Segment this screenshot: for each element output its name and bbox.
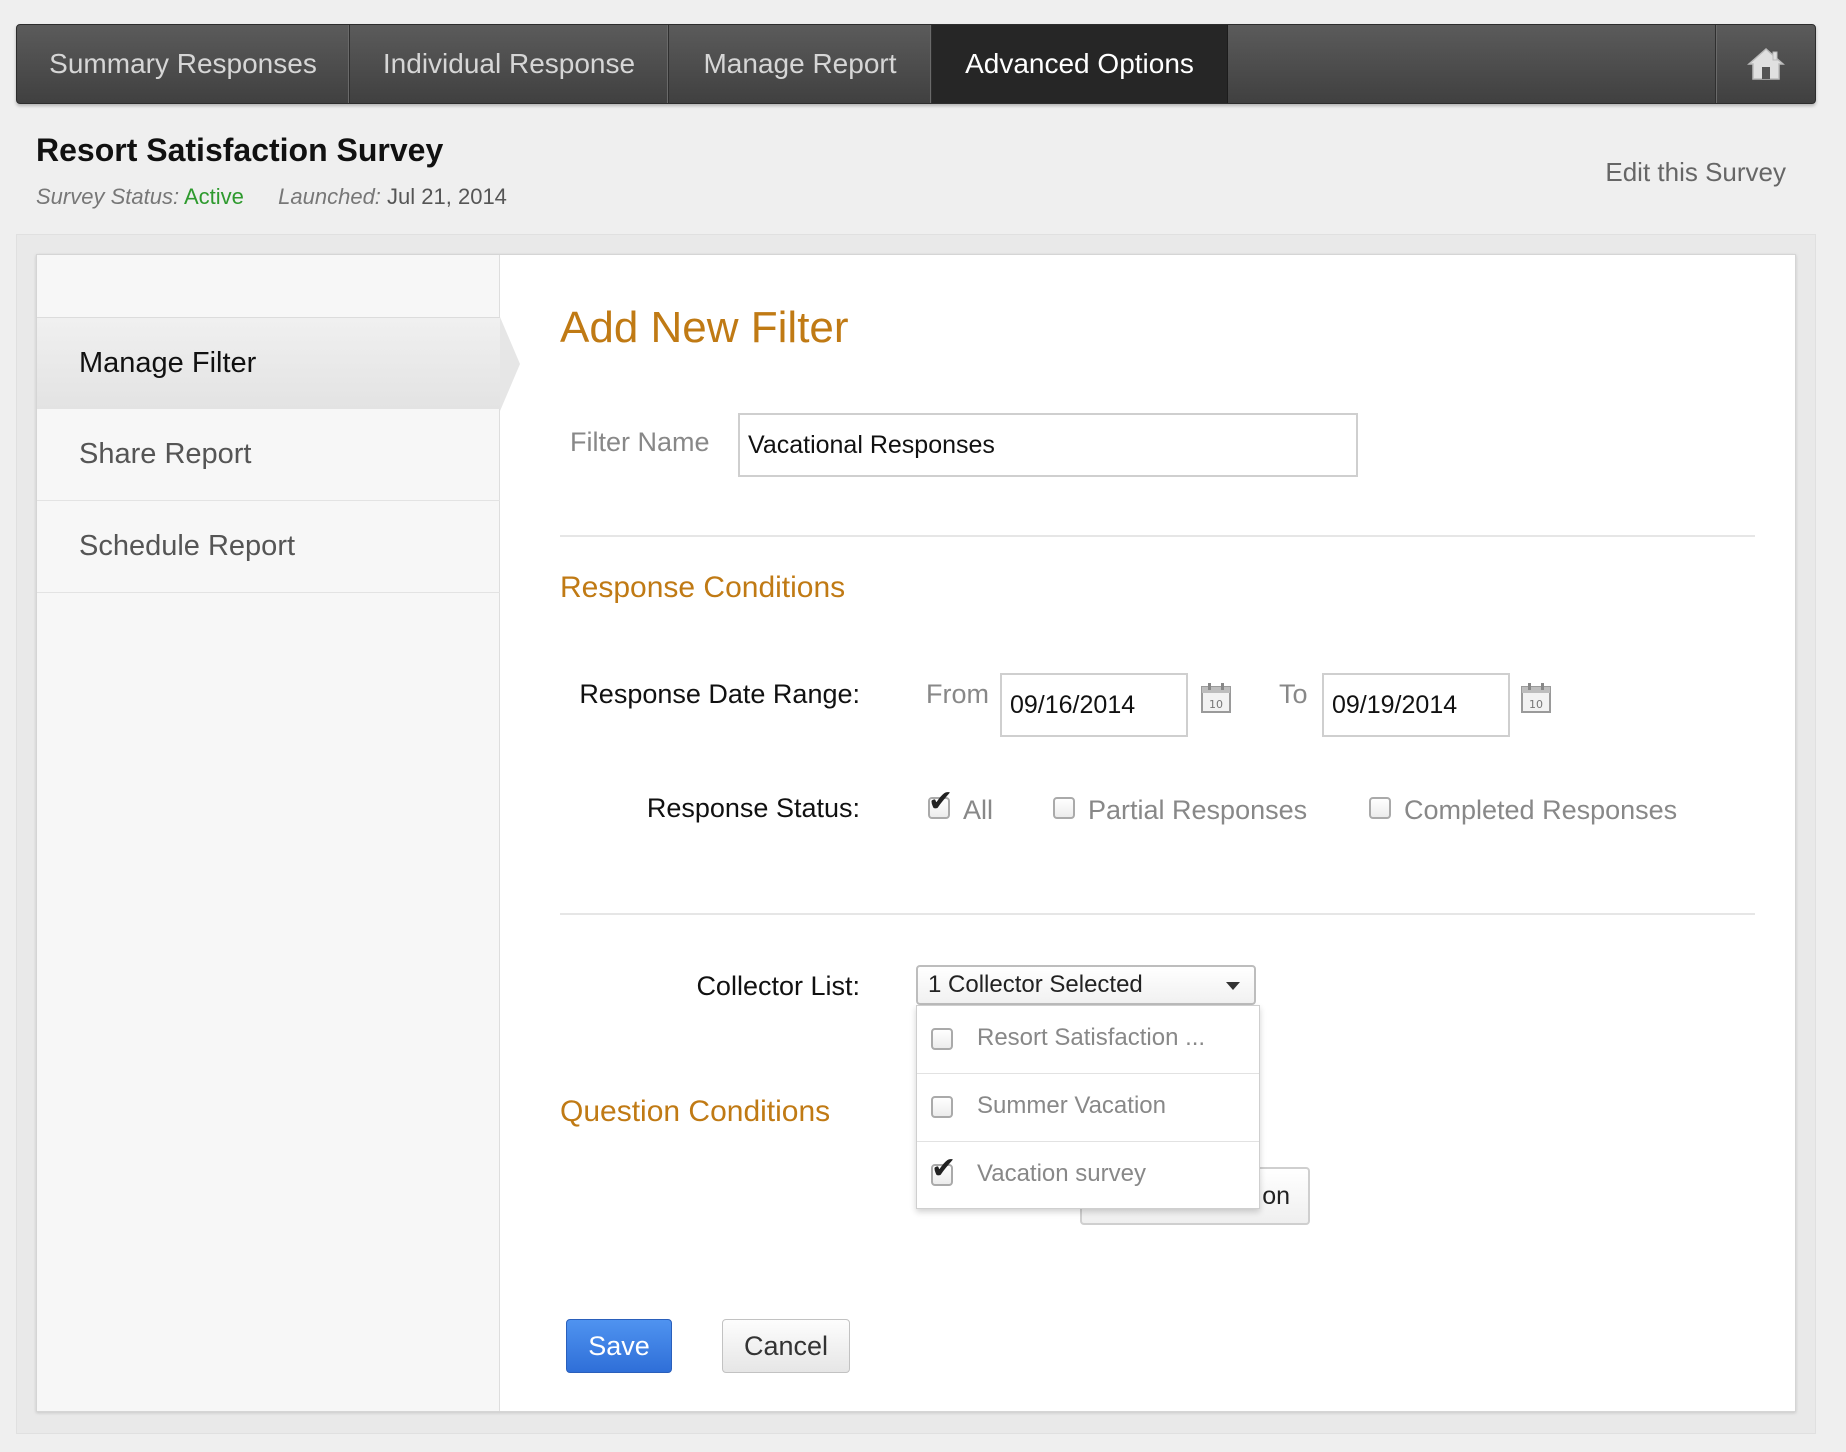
checkmark-icon: ✔ [928,785,954,818]
calendar-icon[interactable]: 10 [1200,682,1232,714]
from-date-input[interactable]: 09/16/2014 [1000,673,1188,737]
status-partial-label: Partial Responses [1088,795,1308,825]
collector-option-label: Summer Vacation [977,1092,1166,1119]
add-question-label: on [1262,1181,1290,1210]
date-range-label: Response Date Range: [579,679,860,709]
collector-option[interactable]: Resort Satisfaction ... [917,1006,1259,1074]
calendar-day: 10 [1209,698,1223,711]
tab-label: Individual Response [382,48,636,79]
to-label: To [1279,679,1308,709]
main-panel: Manage Filter Share Report Schedule Repo… [36,254,1796,1412]
collector-option[interactable]: ✔ Vacation survey [917,1142,1259,1210]
save-label: Save [588,1330,650,1361]
filter-name-value: Vacational Responses [748,430,995,459]
status-completed-label: Completed Responses [1404,795,1678,825]
status-completed-checkbox[interactable] [1369,797,1391,819]
survey-title: Resort Satisfaction Survey [36,132,444,168]
to-date-input[interactable]: 09/19/2014 [1322,673,1510,737]
question-conditions-heading: Question Conditions [560,1095,831,1128]
filter-name-input[interactable]: Vacational Responses [738,413,1358,477]
from-date-value: 09/16/2014 [1010,690,1136,719]
status-label: Survey Status: [36,184,180,209]
tab-summary-responses[interactable]: Summary Responses [17,25,350,103]
sidebar-item-manage-filter[interactable]: Manage Filter [37,317,500,409]
to-date-value: 09/19/2014 [1332,690,1458,719]
calendar-icon[interactable]: 10 [1520,682,1552,714]
tab-label: Advanced Options [965,48,1194,79]
status-all-label: All [963,795,994,825]
collector-select[interactable]: 1 Collector Selected [916,965,1256,1005]
collector-option-checkbox[interactable] [931,1028,953,1050]
home-button[interactable] [1715,25,1815,103]
checkmark-icon: ✔ [931,1152,957,1185]
tab-advanced-options[interactable]: Advanced Options [932,25,1228,103]
launched-label: Launched: [278,184,381,209]
status-badge: Active [183,184,244,209]
collector-list-label: Collector List: [696,971,860,1001]
sidebar-item-share-report[interactable]: Share Report [37,409,500,501]
tab-label: Summary Responses [49,48,317,79]
sidebar: Manage Filter Share Report Schedule Repo… [37,255,500,1411]
response-conditions-heading: Response Conditions [560,571,846,604]
survey-meta: Survey Status: Active Launched: Jul 21, … [36,184,507,210]
save-button[interactable]: Save [566,1319,672,1373]
collector-dropdown: Resort Satisfaction ... Summer Vacation … [916,1005,1260,1209]
sidebar-item-schedule-report[interactable]: Schedule Report [37,501,500,593]
filter-form: Add New Filter Filter Name Vacational Re… [500,255,1795,1411]
tab-manage-report[interactable]: Manage Report [669,25,932,103]
collector-option-label: Vacation survey [977,1160,1146,1187]
calendar-day: 10 [1529,698,1543,711]
divider [560,535,1755,537]
tab-label: Manage Report [703,48,897,79]
sidebar-item-label: Manage Filter [79,346,257,379]
page-title: Add New Filter [560,303,849,352]
collector-option-checkbox[interactable] [931,1096,953,1118]
collector-option[interactable]: Summer Vacation [917,1074,1259,1142]
cancel-button[interactable]: Cancel [722,1319,850,1373]
home-icon [1746,47,1785,80]
chevron-down-icon [1226,982,1240,990]
top-nav: Summary Responses Individual Response Ma… [16,24,1816,104]
tab-individual-response[interactable]: Individual Response [350,25,669,103]
launched-date: Jul 21, 2014 [387,184,507,209]
collector-option-label: Resort Satisfaction ... [977,1024,1206,1051]
response-status-label: Response Status: [646,793,860,823]
from-label: From [926,679,989,709]
cancel-label: Cancel [743,1330,829,1361]
collector-selected-value: 1 Collector Selected [928,971,1143,998]
filter-name-label: Filter Name [570,427,710,457]
divider [560,913,1755,915]
edit-survey-link[interactable]: Edit this Survey [1605,157,1786,188]
status-partial-checkbox[interactable] [1053,797,1075,819]
sidebar-item-label: Share Report [79,438,252,470]
sidebar-item-label: Schedule Report [79,530,296,562]
